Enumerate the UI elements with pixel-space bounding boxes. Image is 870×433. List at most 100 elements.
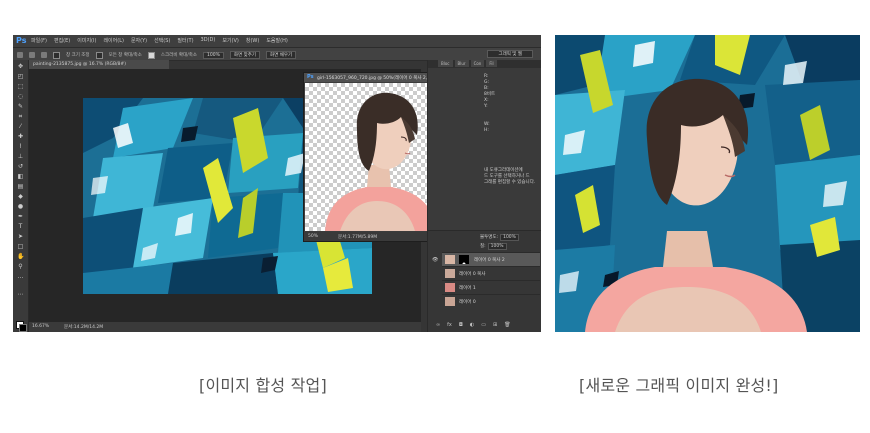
- floating-window-titlebar[interactable]: Ps girl-1563057_960_720.jpg @ 50%(레이어 0 …: [304, 73, 441, 82]
- panel-tab-2[interactable]: Blur: [454, 60, 469, 67]
- menu-file[interactable]: 파일(F): [31, 37, 47, 44]
- options-bar: 창 크기 조정 모든 창 확대/축소 스크러비 확대/축소 100% 화면 맞추…: [13, 47, 541, 61]
- stamp-tool-icon[interactable]: ⊥: [17, 154, 24, 160]
- layer-row[interactable]: 👁 레이어 0 복사 2: [432, 252, 540, 266]
- floating-window-doc-size: 문서:1.77M/5.89M: [338, 235, 378, 240]
- tools-panel: ✥ ◰ ⬚ ◌ ✎ ⌗ ⁄ ✚ ⌇ ⊥ ↺ ◧ ▤ ◆ ● ✒ T ➤ □ ✋ …: [13, 60, 29, 332]
- floating-window-title: girl-1563057_960_720.jpg @ 50%(레이어 0 복사 …: [317, 76, 438, 81]
- layer-row[interactable]: 레이어 0 복사: [442, 266, 540, 280]
- info-h: H:: [484, 128, 489, 133]
- zoom-all-label: 모든 창 확대/축소: [108, 53, 142, 58]
- menu-3d[interactable]: 3D(D): [201, 37, 216, 44]
- opacity-control[interactable]: 불투명도: 100%: [480, 233, 540, 242]
- caption-new-graphic: [새로운 그래픽 이미지 완성!]: [579, 376, 779, 395]
- pen-tool-icon[interactable]: ✒: [17, 214, 24, 220]
- menu-type[interactable]: 문자(Y): [131, 37, 147, 44]
- adjustment-layer-icon[interactable]: ◐: [470, 322, 474, 328]
- resize-windows-label: 창 크기 조정: [66, 53, 90, 58]
- status-doc-size: 문서:14.2M/14.2M: [64, 325, 104, 330]
- workspace-select[interactable]: 그래픽 및 웹: [487, 50, 533, 58]
- fill-control[interactable]: 칠: 100%: [480, 242, 540, 251]
- eraser-tool-icon[interactable]: ◧: [17, 174, 24, 180]
- layer-style-icon[interactable]: fx: [447, 322, 452, 328]
- quick-select-tool-icon[interactable]: ✎: [17, 104, 24, 110]
- new-group-icon[interactable]: ▭: [481, 322, 486, 328]
- menu-window[interactable]: 창(W): [246, 37, 259, 44]
- type-tool-icon[interactable]: T: [17, 224, 24, 230]
- fit-screen-button[interactable]: 화면 맞추기: [229, 51, 261, 59]
- menu-filter[interactable]: 필터(T): [177, 37, 193, 44]
- fill-screen-button[interactable]: 화면 채우기: [266, 51, 297, 59]
- layer-name[interactable]: 레이어 0 복사: [459, 271, 485, 277]
- layer-name[interactable]: 레이어 0 복사 2: [474, 257, 505, 263]
- path-select-tool-icon[interactable]: ➤: [17, 234, 24, 240]
- zoom-all-checkbox[interactable]: [95, 51, 103, 59]
- opacity-value[interactable]: 100%: [500, 234, 519, 241]
- layers-panel: 불투명도:100% 칠:100% 👁 레이어 0 복사 2 레이어 0 복사: [428, 230, 541, 332]
- crop-tool-icon[interactable]: ⌗: [17, 114, 24, 120]
- layer-thumbnail: [445, 297, 455, 306]
- more-tools-icon[interactable]: …: [17, 274, 24, 280]
- lasso-tool-icon[interactable]: ◌: [17, 94, 24, 100]
- brush-tool-icon[interactable]: ⌇: [17, 144, 24, 150]
- floating-window-status: 50% 문서:1.77M/5.89M: [304, 232, 441, 241]
- status-bar: 16.67% 문서:14.2M/14.2M: [29, 322, 421, 332]
- link-layers-icon[interactable]: ∞: [436, 322, 440, 328]
- eye-icon[interactable]: 👁: [432, 257, 438, 263]
- layers-footer: ∞ fx ◘ ◐ ▭ ⊞ 🗑: [436, 322, 511, 328]
- panel-tab-strip: Bloc Blur Con Fil: [428, 60, 541, 68]
- menu-help[interactable]: 도움말(H): [266, 37, 287, 44]
- new-layer-icon[interactable]: ⊞: [493, 322, 497, 328]
- artboard-tool-icon[interactable]: ◰: [17, 74, 24, 80]
- layer-row[interactable]: 레이어 1: [442, 280, 540, 294]
- menu-image[interactable]: 이미지(I): [77, 37, 96, 44]
- background-color-swatch[interactable]: [19, 324, 27, 332]
- eyedropper-tool-icon[interactable]: ⁄: [17, 124, 24, 130]
- panel-tab-4[interactable]: Fil: [486, 60, 497, 67]
- add-mask-icon[interactable]: ◘: [459, 322, 463, 328]
- info-panel: R: G: B: 8비트 X: Y: W: H:: [484, 74, 538, 134]
- menu-view[interactable]: 보기(V): [222, 37, 239, 44]
- layer-row[interactable]: 레이어 0: [442, 294, 540, 308]
- healing-tool-icon[interactable]: ✚: [17, 134, 24, 140]
- document-tab-label: painting-2135875.jpg @ 16.7% (RGB/8#): [33, 62, 126, 67]
- history-brush-tool-icon[interactable]: ↺: [17, 164, 24, 170]
- layer-name[interactable]: 레이어 1: [459, 285, 476, 291]
- zoom-tool-icon[interactable]: ⚲: [17, 264, 24, 270]
- resize-windows-checkbox[interactable]: [53, 51, 60, 59]
- layer-thumbnail: [445, 255, 455, 264]
- status-zoom[interactable]: 16.67%: [32, 324, 49, 329]
- layer-thumbnail: [445, 269, 455, 278]
- zoom-100-button[interactable]: 100%: [203, 51, 224, 59]
- blur-tool-icon[interactable]: ◆: [17, 194, 24, 200]
- delete-layer-icon[interactable]: 🗑: [504, 322, 510, 328]
- scrubby-zoom-checkbox[interactable]: [147, 51, 155, 59]
- menu-select[interactable]: 선택(S): [154, 37, 170, 44]
- dodge-tool-icon[interactable]: ●: [17, 204, 24, 210]
- hand-tool-icon[interactable]: ✋: [17, 254, 24, 260]
- menu-edit[interactable]: 편집(E): [54, 37, 70, 44]
- edit-toolbar-icon[interactable]: ⋯: [17, 292, 24, 298]
- marquee-tool-icon[interactable]: ⬚: [17, 84, 24, 90]
- layer-mask-thumbnail[interactable]: [459, 255, 469, 264]
- menu-layer[interactable]: 레이어(L): [103, 37, 124, 44]
- properties-hint-line-3: 그래를 편집할 수 있습니다.: [484, 180, 536, 185]
- photoshop-doc-icon: Ps: [307, 74, 314, 80]
- gradient-tool-icon[interactable]: ▤: [17, 184, 24, 190]
- layer-thumbnail: [445, 283, 455, 292]
- panel-tab-1[interactable]: Bloc: [438, 60, 453, 67]
- zoom-out-icon[interactable]: [41, 52, 47, 58]
- panel-tab-3[interactable]: Con: [470, 60, 485, 67]
- document-tab[interactable]: painting-2135875.jpg @ 16.7% (RGB/8#): [29, 60, 169, 69]
- portrait-canvas[interactable]: [305, 83, 440, 231]
- floating-window-zoom[interactable]: 50%: [308, 234, 318, 239]
- layer-name[interactable]: 레이어 0: [459, 299, 476, 305]
- floating-document-window[interactable]: Ps girl-1563057_960_720.jpg @ 50%(레이어 0 …: [303, 72, 442, 242]
- caption-composite-work: [이미지 합성 작업]: [199, 376, 327, 395]
- move-tool-icon[interactable]: ✥: [17, 64, 24, 70]
- scrubby-zoom-label: 스크러비 확대/축소: [160, 53, 197, 58]
- fill-value[interactable]: 100%: [487, 243, 507, 250]
- zoom-tool-icon[interactable]: [17, 52, 23, 58]
- rectangle-tool-icon[interactable]: □: [17, 244, 24, 250]
- zoom-in-icon[interactable]: [29, 52, 35, 58]
